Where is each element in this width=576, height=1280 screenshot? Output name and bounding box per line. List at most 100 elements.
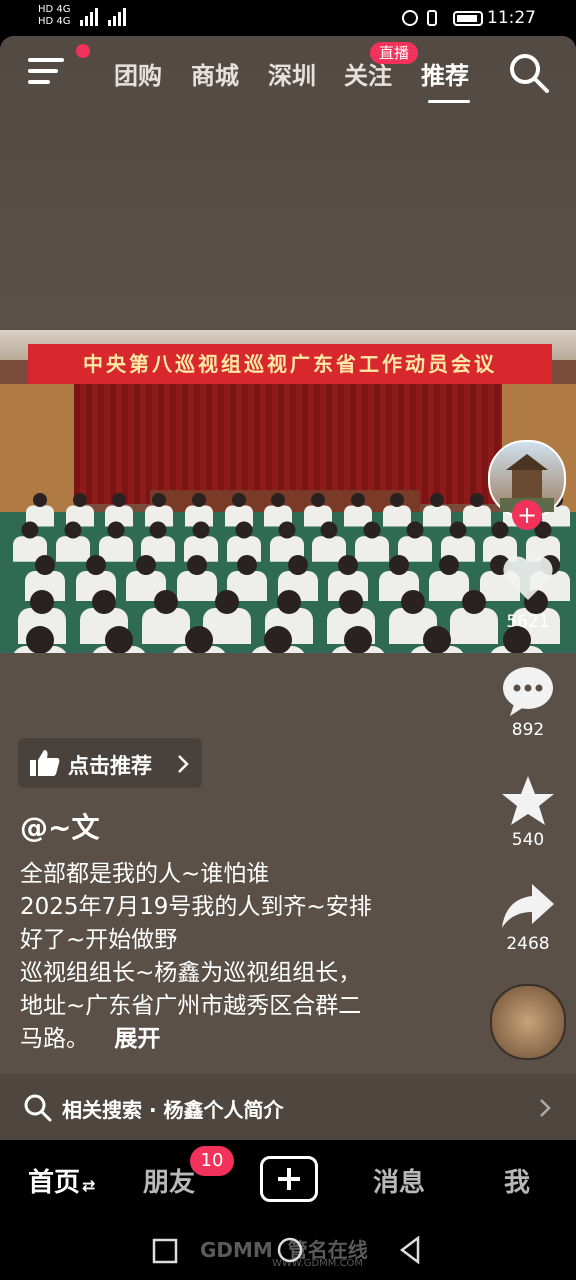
audience-head: [264, 626, 293, 653]
audience-head: [91, 590, 116, 614]
heart-icon[interactable]: [500, 554, 556, 604]
comment-icon[interactable]: [500, 664, 556, 716]
audience-head: [287, 555, 308, 575]
home-circle-icon[interactable]: [276, 1236, 304, 1264]
audience-head: [105, 626, 134, 653]
audience-head: [423, 626, 452, 653]
recommend-label: 点击推荐: [68, 754, 152, 778]
caption-line: 马路。: [20, 1026, 89, 1052]
tab-home-label: 首页: [28, 1168, 81, 1198]
chevron-right-icon: [540, 1099, 551, 1117]
search-icon[interactable]: [508, 52, 550, 94]
back-icon[interactable]: [398, 1236, 422, 1264]
audience-head: [235, 521, 253, 539]
audience-head: [237, 555, 258, 575]
related-search-text: 相关搜索 · 杨鑫个人简介: [62, 1098, 284, 1122]
audience-head: [350, 493, 365, 507]
audience-head: [311, 493, 325, 507]
caption-line: 巡视组组长~杨鑫为巡视组组长，: [20, 960, 362, 986]
audience-head: [338, 555, 359, 575]
caption-line: 好了~开始做野: [20, 927, 178, 953]
music-disc[interactable]: [490, 984, 566, 1060]
audience-head: [439, 555, 460, 575]
create-button[interactable]: [260, 1156, 318, 1202]
swap-icon: ⇄: [82, 1176, 96, 1195]
comment-count: 892: [511, 720, 545, 740]
audience-head: [30, 590, 54, 614]
recents-icon[interactable]: [152, 1238, 178, 1264]
caption-line: 地址~广东省广州市越秀区合群二: [20, 993, 362, 1019]
thumbs-up-icon: [30, 750, 60, 776]
sim2-label: HD 4G: [38, 16, 71, 27]
audience-head: [184, 626, 213, 653]
video-feed[interactable]: 团购 商城 深圳 关注 直播 推荐 中央第八巡视组巡视广东省工作动员会议 + 5…: [0, 36, 576, 1140]
live-badge: 直播: [370, 42, 418, 64]
status-bar: HD 4G HD 4G 11:27: [0, 0, 576, 36]
tab-friends[interactable]: 朋友: [143, 1162, 195, 1199]
audience-head: [64, 521, 82, 539]
audience-head: [449, 521, 467, 539]
tab-home[interactable]: 首页 ⇄: [28, 1162, 95, 1199]
tab-mall[interactable]: 商城: [191, 56, 239, 91]
caption-line: 2025年7月19号我的人到齐~安排: [20, 894, 372, 920]
bottom-tab-bar: 首页 ⇄ 朋友 10 消息 我: [0, 1140, 576, 1222]
audience-head: [469, 493, 484, 507]
watermark-brand: GDMM: [200, 1238, 273, 1262]
signal-bars-icon: [80, 8, 126, 26]
audience-member: [355, 535, 390, 562]
like-count: 5621: [506, 612, 550, 632]
audience-member: [383, 505, 412, 527]
audience-member: [462, 505, 491, 527]
tab-groupbuy[interactable]: 团购: [114, 56, 162, 91]
audience-head: [231, 493, 246, 507]
share-count: 2468: [506, 934, 550, 954]
audience-member: [176, 571, 217, 601]
audience-head: [33, 493, 47, 507]
menu-icon[interactable]: [28, 56, 68, 86]
active-tab-indicator: [428, 100, 470, 103]
audience-head: [85, 555, 106, 575]
audience-member: [55, 535, 90, 562]
clock: 11:27: [487, 8, 536, 28]
audience-head: [21, 521, 39, 539]
audience-member: [98, 535, 133, 562]
audience-head: [186, 555, 207, 575]
audience-head: [343, 626, 372, 653]
author-name[interactable]: @~文: [20, 806, 99, 846]
plus-icon: [278, 1168, 300, 1190]
tab-messages[interactable]: 消息: [373, 1162, 425, 1199]
friends-badge: 10: [190, 1146, 234, 1176]
status-icons: [402, 10, 483, 26]
audience-member: [423, 505, 452, 527]
caption-last-line: 马路。 展开: [20, 1023, 160, 1056]
audience-head: [192, 521, 210, 539]
audience-head: [35, 555, 55, 575]
audience-head: [72, 493, 87, 507]
chevron-right-icon: [178, 755, 189, 773]
tab-me[interactable]: 我: [504, 1162, 530, 1199]
tab-shenzhen[interactable]: 深圳: [268, 56, 316, 91]
audience-head: [363, 521, 381, 539]
recommend-chip[interactable]: 点击推荐: [18, 738, 202, 788]
star-icon[interactable]: [500, 774, 556, 828]
share-icon[interactable]: [500, 882, 556, 930]
expand-button[interactable]: 展开: [114, 1026, 160, 1052]
sim1-label: HD 4G: [38, 4, 71, 15]
notification-dot: [76, 44, 90, 58]
audience-head: [406, 521, 424, 539]
favorite-count: 540: [511, 830, 545, 850]
audience-head: [136, 555, 157, 575]
audience-head: [338, 590, 363, 614]
audience-head: [278, 521, 296, 539]
signal-info: HD 4G HD 4G: [38, 4, 71, 28]
audience-head: [107, 521, 125, 539]
follow-button[interactable]: +: [512, 500, 542, 530]
caption-line: 全部都是我的人~谁怕谁: [20, 861, 270, 887]
search-icon: [24, 1094, 52, 1122]
audience-head: [191, 493, 206, 507]
audience-head: [388, 555, 409, 575]
audience-head: [277, 590, 302, 614]
tab-recommend[interactable]: 推荐: [421, 56, 469, 91]
meeting-banner: 中央第八巡视组巡视广东省工作动员会议: [28, 344, 552, 384]
related-search-bar[interactable]: 相关搜索 · 杨鑫个人简介: [0, 1074, 576, 1140]
